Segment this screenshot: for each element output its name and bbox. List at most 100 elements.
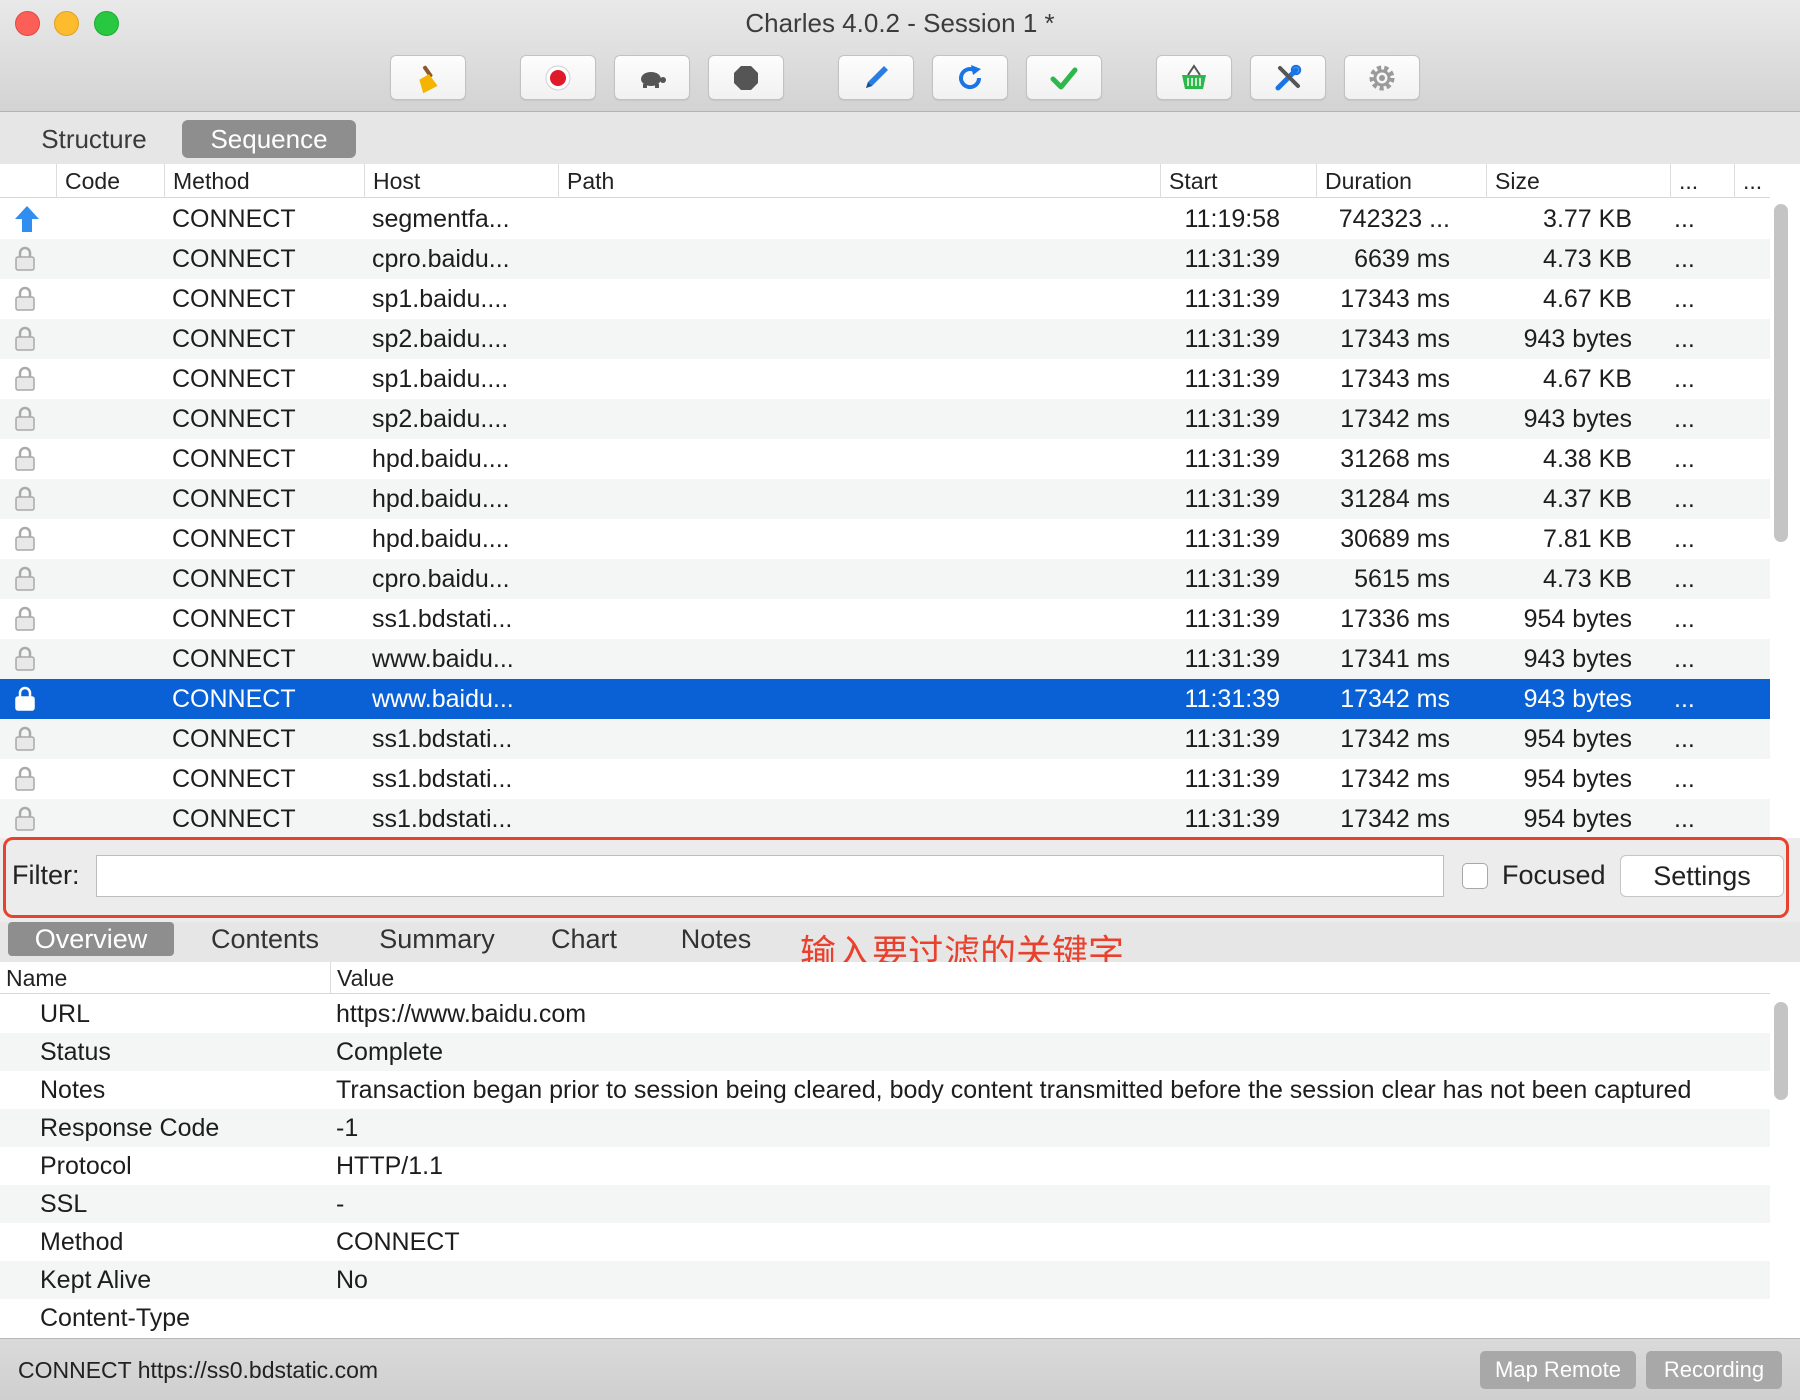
sequence-row[interactable]: CONNECT ss1.bdstati... 11:31:39 17342 ms 954…: [0, 799, 1770, 838]
sequence-row[interactable]: CONNECT www.baidu... 11:31:39 17342 ms 943 b…: [0, 679, 1770, 719]
column-more-2[interactable]: ...: [1734, 164, 1770, 198]
column-host[interactable]: Host: [364, 164, 558, 198]
sequence-row[interactable]: CONNECT ss1.bdstati... 11:31:39 17342 ms 954…: [0, 759, 1770, 799]
sequence-row[interactable]: CONNECT sp1.baidu.... 11:31:39 17343 ms 4.67…: [0, 279, 1770, 319]
sequence-row[interactable]: CONNECT cpro.baidu... 11:31:39 5615 ms 4.73 …: [0, 559, 1770, 599]
row-start: 11:31:39: [1184, 645, 1280, 673]
row-host: www.baidu...: [372, 685, 514, 713]
sequence-row[interactable]: CONNECT cpro.baidu... 11:31:39 6639 ms 4.73 …: [0, 239, 1770, 279]
throttle-button[interactable]: [614, 55, 690, 100]
sequence-row[interactable]: CONNECT segmentfa... 11:19:58 742323 ... 3.7…: [0, 199, 1770, 239]
overview-name: SSL: [40, 1190, 88, 1218]
lock-icon: [14, 439, 42, 479]
row-method: CONNECT: [172, 685, 296, 713]
overview-row[interactable]: URL https://www.baidu.com: [0, 995, 1770, 1033]
sequence-row[interactable]: CONNECT hpd.baidu.... 11:31:39 30689 ms 7.81…: [0, 519, 1770, 559]
column-duration[interactable]: Duration: [1316, 164, 1486, 198]
row-more: ...: [1674, 725, 1695, 753]
broom-icon: [419, 65, 438, 93]
sequence-row[interactable]: CONNECT hpd.baidu.... 11:31:39 31268 ms 4.38…: [0, 439, 1770, 479]
overview-rows: URL https://www.baidu.com Status Complete No…: [0, 995, 1770, 1337]
lock-icon: [14, 559, 42, 599]
column-more-1[interactable]: ...: [1670, 164, 1734, 198]
row-more: ...: [1674, 525, 1695, 553]
overview-row[interactable]: Content-Type: [0, 1299, 1770, 1337]
row-start: 11:31:39: [1184, 605, 1280, 633]
overview-row[interactable]: Status Complete: [0, 1033, 1770, 1071]
overview-row[interactable]: Response Code -1: [0, 1109, 1770, 1147]
sequence-row[interactable]: CONNECT sp2.baidu.... 11:31:39 17343 ms 943 …: [0, 319, 1770, 359]
tab-chart[interactable]: Chart: [538, 922, 630, 956]
row-duration: 17342 ms: [1340, 765, 1450, 793]
row-duration: 17341 ms: [1340, 645, 1450, 673]
sequence-row[interactable]: CONNECT hpd.baidu.... 11:31:39 31284 ms 4.37…: [0, 479, 1770, 519]
validate-button[interactable]: [1026, 55, 1102, 100]
sequence-row[interactable]: CONNECT sp2.baidu.... 11:31:39 17342 ms 943 …: [0, 399, 1770, 439]
row-duration: 17342 ms: [1340, 725, 1450, 753]
row-duration: 6639 ms: [1354, 245, 1450, 273]
lock-icon: [14, 359, 42, 399]
row-duration: 31268 ms: [1340, 445, 1450, 473]
row-more: ...: [1674, 365, 1695, 393]
tools-button[interactable]: [1250, 55, 1326, 100]
tab-contents[interactable]: Contents: [196, 922, 334, 956]
tab-overview[interactable]: Overview: [8, 922, 174, 956]
sequence-scrollbar[interactable]: [1774, 204, 1788, 542]
row-duration: 5615 ms: [1354, 565, 1450, 593]
tab-summary[interactable]: Summary: [366, 922, 508, 956]
row-size: 943 bytes: [1523, 685, 1632, 713]
sequence-row[interactable]: CONNECT ss1.bdstati... 11:31:39 17342 ms 954…: [0, 719, 1770, 759]
overview-value: -1: [336, 1114, 359, 1142]
overview-row[interactable]: Notes Transaction began prior to session …: [0, 1071, 1770, 1109]
row-duration: 742323 ...: [1338, 205, 1450, 233]
row-size: 4.73 KB: [1543, 245, 1632, 273]
tab-notes[interactable]: Notes: [666, 922, 766, 956]
compose-button[interactable]: [838, 55, 914, 100]
settings-button[interactable]: [1344, 55, 1420, 100]
row-host: sp2.baidu....: [372, 405, 509, 433]
row-method: CONNECT: [172, 365, 296, 393]
overview-value: No: [336, 1266, 368, 1294]
row-more: ...: [1674, 245, 1695, 273]
overview-scrollbar[interactable]: [1774, 1002, 1788, 1100]
stop-hexagon-icon: [734, 65, 758, 90]
row-host: cpro.baidu...: [372, 245, 510, 273]
lock-icon: [14, 479, 42, 519]
row-start: 11:31:39: [1184, 765, 1280, 793]
column-path[interactable]: Path: [558, 164, 1160, 198]
checkmark-icon: [1050, 67, 1078, 89]
record-button[interactable]: [520, 55, 596, 100]
row-more: ...: [1674, 325, 1695, 353]
breakpoints-button[interactable]: [708, 55, 784, 100]
overview-row[interactable]: Kept Alive No: [0, 1261, 1770, 1299]
lock-icon: [14, 319, 42, 359]
tab-sequence[interactable]: Sequence: [182, 120, 356, 158]
column-name[interactable]: Name: [6, 962, 67, 994]
turtle-icon: [641, 71, 666, 88]
repeat-button[interactable]: [932, 55, 1008, 100]
row-duration: 17343 ms: [1340, 285, 1450, 313]
upload-arrow-icon: [14, 199, 42, 239]
column-size[interactable]: Size: [1486, 164, 1670, 198]
clear-session-button[interactable]: [390, 55, 466, 100]
row-host: ss1.bdstati...: [372, 805, 513, 833]
row-size: 7.81 KB: [1543, 525, 1632, 553]
overview-name: Protocol: [40, 1152, 132, 1180]
row-size: 954 bytes: [1523, 725, 1632, 753]
column-start[interactable]: Start: [1160, 164, 1316, 198]
map-remote-button[interactable]: Map Remote: [1480, 1351, 1636, 1389]
sequence-row[interactable]: CONNECT www.baidu... 11:31:39 17341 ms 943 b…: [0, 639, 1770, 679]
shopping-basket-button[interactable]: [1156, 55, 1232, 100]
overview-row[interactable]: Method CONNECT: [0, 1223, 1770, 1261]
overview-row[interactable]: SSL -: [0, 1185, 1770, 1223]
tab-structure[interactable]: Structure: [22, 120, 166, 158]
row-more: ...: [1674, 605, 1695, 633]
column-code[interactable]: Code: [56, 164, 164, 198]
sequence-row[interactable]: CONNECT ss1.bdstati... 11:31:39 17336 ms 954…: [0, 599, 1770, 639]
sequence-rows: CONNECT segmentfa... 11:19:58 742323 ... 3.7…: [0, 199, 1770, 838]
column-method[interactable]: Method: [164, 164, 364, 198]
recording-button[interactable]: Recording: [1646, 1351, 1782, 1389]
overview-row[interactable]: Protocol HTTP/1.1: [0, 1147, 1770, 1185]
column-value[interactable]: Value: [330, 962, 394, 994]
sequence-row[interactable]: CONNECT sp1.baidu.... 11:31:39 17343 ms 4.67…: [0, 359, 1770, 399]
